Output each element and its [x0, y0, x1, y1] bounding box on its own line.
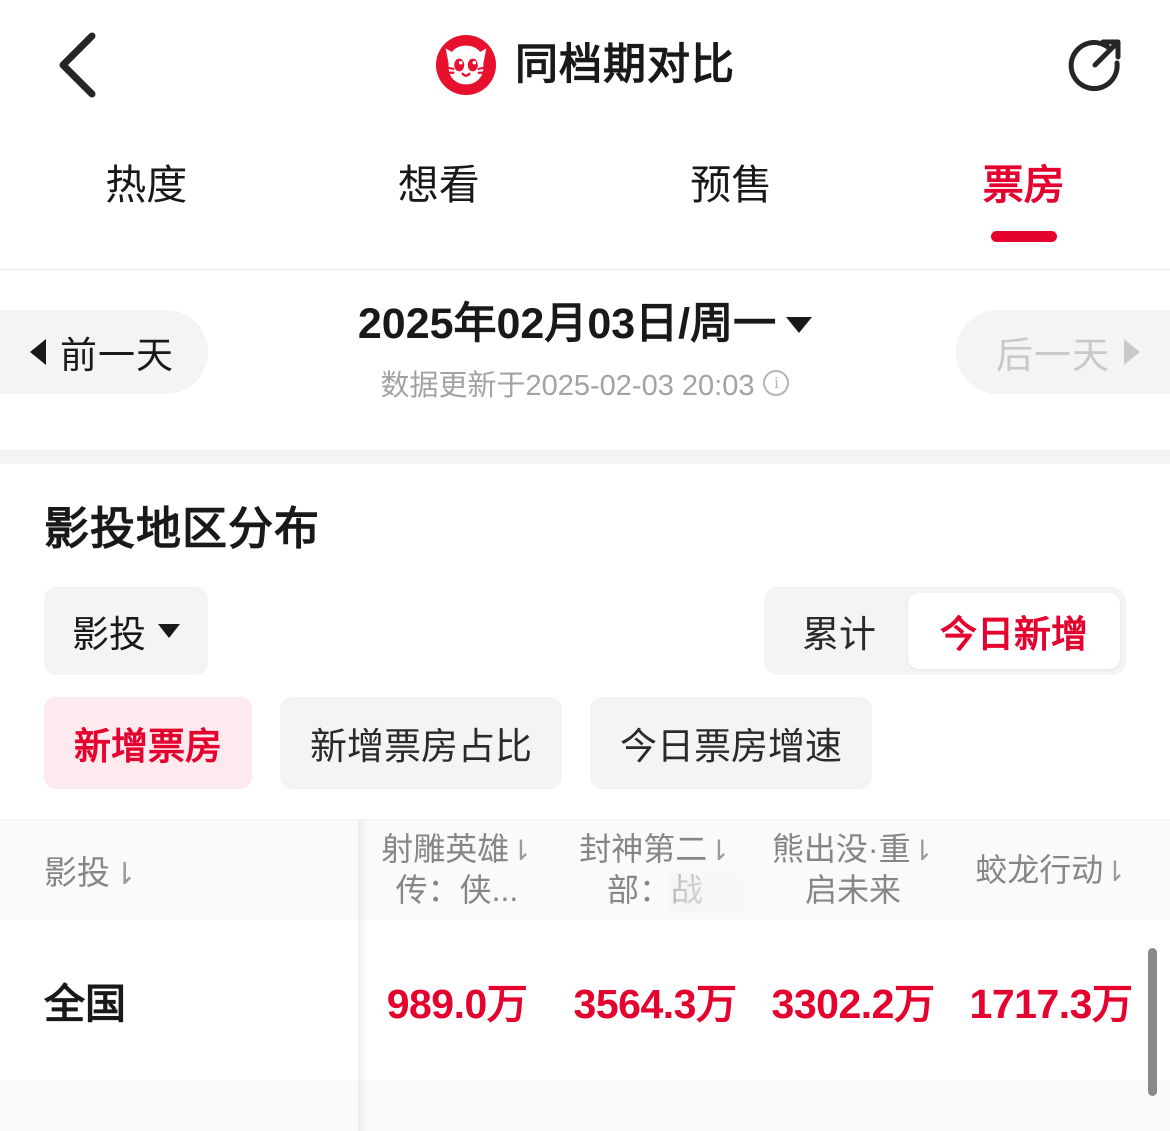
column-header-text: 影投 [44, 854, 110, 891]
column-header-line2: 传：侠... [395, 872, 519, 908]
header-title-group: 同档期对比 [0, 30, 1170, 100]
share-icon [1065, 31, 1129, 100]
tab-redu[interactable]: 热度 [0, 130, 293, 242]
column-header-label: 蛟龙行动⇂ [971, 850, 1130, 891]
column-header-movie-4[interactable]: 蛟龙行动⇂ [952, 820, 1150, 920]
table-row[interactable] [0, 1080, 1170, 1131]
segment-today-new[interactable]: 今日新增 [908, 593, 1120, 669]
row-label-cell [0, 1080, 368, 1131]
table-cell: 1717.3万 [952, 920, 1150, 1080]
caret-left-icon [30, 339, 46, 365]
segment-cumulative[interactable]: 累计 [770, 593, 908, 669]
row-values-scroll-area[interactable] [358, 1080, 1170, 1131]
row-values-scroll-area[interactable]: 989.0万 3564.3万 3302.2万 1717.3万 [358, 920, 1170, 1080]
column-header-label: 射雕英雄⇂ 传：侠... [377, 829, 536, 911]
tab-underline [113, 231, 179, 242]
cell-value: 3564.3万 [573, 981, 737, 1027]
caret-down-icon [158, 624, 180, 638]
tab-underline [990, 231, 1057, 243]
chip-new-box-office-share[interactable]: 新增票房占比 [280, 697, 562, 789]
table-header-scroll-area[interactable]: 射雕英雄⇂ 传：侠... 封神第二⇂ 部：战 熊出没·重⇂ 启未来 蛟龙行动⇂ [358, 820, 1170, 920]
chip-new-box-office[interactable]: 新增票房 [44, 697, 252, 789]
column-header-line1: 封神第二 [579, 831, 708, 868]
table-cell: 3564.3万 [556, 920, 754, 1080]
tab-label: 热度 [105, 162, 188, 208]
cell-value: 3302.2万 [771, 981, 935, 1027]
column-header-line1: 蛟龙行动 [975, 851, 1104, 888]
chip-label: 今日票房增速 [620, 726, 842, 767]
caret-down-icon [786, 316, 813, 333]
dimension-dropdown[interactable]: 影投 [44, 587, 208, 675]
tab-piaofang[interactable]: 票房 [878, 130, 1170, 243]
next-day-button[interactable]: 后一天 [956, 310, 1170, 394]
next-day-label: 后一天 [996, 335, 1110, 376]
page-title: 同档期对比 [515, 40, 735, 89]
date-display: 2025年02月03日/周一 数据更新于2025-02-03 20:03 i [240, 298, 930, 404]
tab-underline [406, 231, 472, 242]
column-header-label: 封神第二⇂ 部：战 [575, 829, 749, 913]
column-header-line1: 熊出没·重 [771, 831, 911, 868]
section-title: 影投地区分布 [44, 503, 321, 554]
column-header-movie-1[interactable]: 射雕英雄⇂ 传：侠... [358, 820, 556, 920]
dimension-dropdown-label: 影投 [72, 614, 146, 655]
chip-today-growth-rate[interactable]: 今日票房增速 [590, 697, 872, 789]
tab-label: 想看 [397, 162, 480, 208]
table-cell [358, 1080, 556, 1131]
cell-value: 989.0万 [386, 981, 528, 1027]
tab-xiangkan[interactable]: 想看 [293, 130, 586, 242]
column-header-label: 熊出没·重⇂ 启未来 [768, 829, 938, 911]
metric-chip-group: 新增票房 新增票房占比 今日票房增速 [0, 693, 1170, 819]
sort-arrow-icon[interactable]: ⇂ [911, 835, 934, 866]
chip-label: 新增票房 [74, 726, 222, 767]
sort-arrow-icon[interactable]: ⇂ [1103, 856, 1126, 887]
cumulative-toggle-group: 累计 今日新增 [764, 587, 1126, 675]
previous-day-button[interactable]: 前一天 [0, 310, 208, 394]
table-row[interactable]: 全国 989.0万 3564.3万 3302.2万 1717.3万 [0, 920, 1170, 1096]
info-icon[interactable]: i [763, 369, 790, 396]
data-updated-text: 数据更新于2025-02-03 20:03 [380, 369, 755, 402]
column-header-movie-2[interactable]: 封神第二⇂ 部：战 [556, 820, 754, 920]
vertical-scrollbar-thumb[interactable] [1148, 948, 1157, 1096]
sort-arrow-icon[interactable]: ⇂ [509, 835, 532, 866]
table-header-row: 影投 ⇂ 射雕英雄⇂ 传：侠... 封神第二⇂ 部：战 熊出没·重⇂ 启未来 蛟… [0, 820, 1170, 920]
column-header-line2: 启未来 [804, 872, 901, 908]
sort-arrow-icon[interactable]: ⇂ [707, 835, 730, 866]
date-picker-button[interactable]: 2025年02月03日/周一 [357, 298, 813, 352]
sort-arrow-icon[interactable]: ⇂ [112, 860, 137, 890]
row-label-cell: 全国 [0, 920, 368, 1080]
table-cell: 3302.2万 [754, 920, 952, 1080]
segment-label: 今日新增 [940, 614, 1088, 655]
column-header-label: 影投 ⇂ [44, 846, 137, 894]
cell-value: 1717.3万 [969, 981, 1133, 1027]
previous-day-label: 前一天 [60, 335, 174, 376]
maoyan-cat-logo [435, 34, 497, 96]
tab-yushou[interactable]: 预售 [585, 130, 878, 242]
section-controls: 影投 累计 今日新增 [0, 575, 1170, 693]
tab-underline [698, 231, 764, 242]
current-date-label: 2025年02月03日/周一 [357, 300, 777, 348]
column-header-line1: 射雕英雄 [381, 831, 510, 868]
data-updated-note: 数据更新于2025-02-03 20:03 i [240, 362, 930, 404]
metric-tabs: 热度 想看 预售 票房 [0, 130, 1170, 270]
chip-label: 新增票房占比 [310, 726, 532, 767]
column-header-movie-3[interactable]: 熊出没·重⇂ 启未来 [754, 820, 952, 920]
segment-label: 累计 [802, 614, 876, 655]
tab-label: 票房 [982, 162, 1065, 208]
share-button[interactable] [1060, 28, 1134, 102]
table-cell [754, 1080, 952, 1131]
date-navigation-bar: 前一天 2025年02月03日/周一 数据更新于2025-02-03 20:03… [0, 270, 1170, 450]
table-cell [556, 1080, 754, 1131]
section-divider-band [0, 450, 1170, 464]
caret-right-icon [1124, 339, 1140, 365]
row-label: 全国 [44, 981, 126, 1027]
app-header: 同档期对比 [0, 0, 1170, 130]
table-cell [952, 1080, 1150, 1131]
blur-redaction-overlay [670, 872, 749, 913]
table-header-frozen-cell[interactable]: 影投 ⇂ [0, 820, 368, 920]
region-distribution-section: 影投地区分布 影投 累计 今日新增 新增票房 新增票房占比 今日票房增速 [0, 464, 1170, 819]
tab-label: 预售 [690, 162, 773, 208]
comparison-table: 影投 ⇂ 射雕英雄⇂ 传：侠... 封神第二⇂ 部：战 熊出没·重⇂ 启未来 蛟… [0, 819, 1170, 1131]
table-cell: 989.0万 [358, 920, 556, 1080]
